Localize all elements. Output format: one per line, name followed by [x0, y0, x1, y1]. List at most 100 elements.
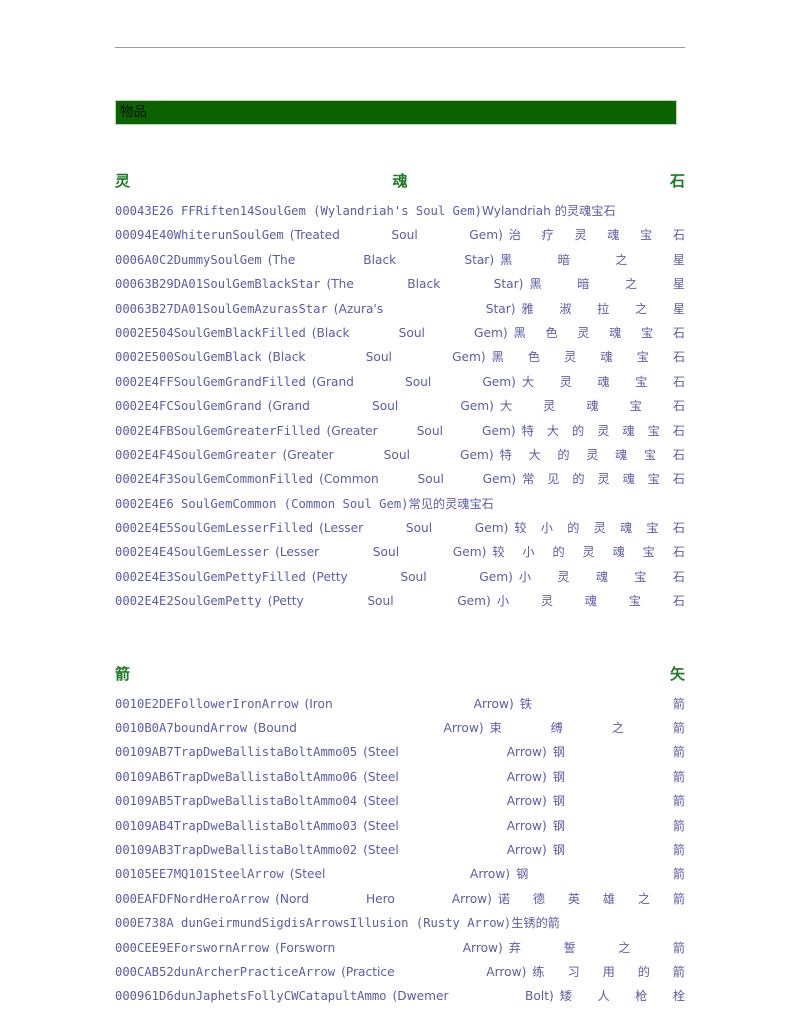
- entry-chinese-char: 宝: [642, 545, 655, 560]
- table-row[interactable]: 0002E4E2 SoulGemPetty (Petty Soul Gem) 小 灵 魂 宝 石: [115, 589, 685, 613]
- entry-chinese-name: 小灵魂宝石: [519, 565, 685, 589]
- entry-english-token: Soul: [417, 472, 444, 487]
- entry-chinese-char: 石: [672, 472, 685, 487]
- table-row[interactable]: 0002E4FF SoulGemGrandFilled (Grand Soul Gem)…: [115, 370, 685, 394]
- entry-id: 00094E40: [115, 228, 174, 243]
- entry-chinese-char: 灵: [593, 521, 606, 536]
- table-row[interactable]: 000EAFDF NordHeroArrow (Nord Hero Arrow) 诺 德 英 雄…: [115, 887, 685, 911]
- entry-english-token: Gem): [457, 594, 491, 609]
- entry-editor-id: SoulGemBlackFilled: [173, 325, 306, 340]
- entry-id: 00109AB3: [115, 842, 174, 857]
- table-row[interactable]: 00109AB4 TrapDweBallistaBoltAmmo03 (Steel A…: [115, 814, 685, 838]
- table-row[interactable]: 0002E504 SoulGemBlackFilled (Black Soul Gem)…: [115, 321, 685, 345]
- entry-chinese-char: 暗: [577, 277, 590, 292]
- entry-chinese-char: 灵: [557, 569, 570, 584]
- entry-english-token: Soul: [400, 569, 427, 584]
- entry-chinese-char: 的: [572, 423, 585, 438]
- entry-chinese-char: 宝: [635, 374, 648, 389]
- entry-editor-id: TrapDweBallistaBoltAmmo06: [173, 769, 358, 784]
- table-row[interactable]: 00063B27 DA01SoulGemAzurasStar (Azura's Sta…: [115, 297, 685, 321]
- entry-english-token: Arrow): [506, 818, 547, 833]
- entry-chinese-char: 铁: [519, 696, 532, 711]
- table-row[interactable]: 00105EE7 MQ101SteelArrow (Steel Arrow) 钢箭: [115, 862, 685, 886]
- table-row[interactable]: 0010B0A7 boundArrow (Bound Arrow) 束 缚 之 箭: [115, 716, 685, 740]
- section-heading-char: 魂: [392, 172, 408, 190]
- entry-english-name: (Dwemer Bolt): [393, 984, 554, 1008]
- table-row[interactable]: 0002E500 SoulGemBlack (Black Soul Gem) 黑 色 灵 魂 宝 石: [115, 345, 685, 369]
- table-row[interactable]: 00043E26 FFRiften14SoulGem (Wylandriah's…: [115, 199, 685, 223]
- entry-chinese-char: 特: [499, 447, 512, 462]
- entry-chinese-char: 钢: [552, 794, 565, 809]
- entry-chinese-char: 箭: [672, 721, 685, 736]
- entry-english-token: Gem): [482, 423, 516, 438]
- table-row[interactable]: 0002E4E6 SoulGemCommon (Common Soul Gem)…: [115, 492, 685, 516]
- entry-english-name: (Rusty Arrow): [415, 916, 512, 931]
- entry-chinese-char: 习: [567, 964, 580, 979]
- entry-id: 0002E504: [115, 325, 174, 340]
- entry-editor-id: TrapDweBallistaBoltAmmo05: [173, 745, 358, 760]
- table-row[interactable]: 0010E2DE FollowerIronArrow (Iron Arrow) 铁箭: [115, 692, 685, 716]
- table-row[interactable]: 00109AB7 TrapDweBallistaBoltAmmo05 (Steel A…: [115, 740, 685, 764]
- section-heading: 箭矢: [115, 664, 685, 684]
- entry-chinese-char: 石: [672, 447, 685, 462]
- entry-chinese-name: 黑暗之星: [529, 272, 685, 296]
- entry-english-name: (Iron Arrow): [304, 692, 513, 716]
- entry-id: 0002E4F3: [115, 472, 174, 487]
- entry-chinese-char: 治: [508, 228, 522, 243]
- entry-editor-id: SoulGemCommon: [181, 496, 277, 511]
- entry-chinese-char: 色: [527, 350, 541, 365]
- entry-editor-id: DummySoulGem: [173, 252, 262, 267]
- entry-chinese-char: 灵: [577, 325, 590, 340]
- table-row[interactable]: 00063B29 DA01SoulGemBlackStar (The Black Sta…: [115, 272, 685, 296]
- entry-english-name: (Steel Arrow): [363, 740, 547, 764]
- entry-english-name: (Treated Soul Gem): [290, 223, 503, 247]
- entry-chinese-char: 较: [514, 521, 527, 536]
- table-row[interactable]: 000CAB52 dunArcherPracticeArrow (Practice A…: [115, 960, 685, 984]
- entry-english-name: (Lesser Soul Gem): [319, 516, 508, 540]
- entry-chinese-char: 箭: [672, 794, 685, 809]
- entry-chinese-char: 钢: [552, 842, 565, 857]
- entry-id: 0010E2DE: [115, 696, 174, 711]
- entry-english-name: (Practice Arrow): [341, 960, 526, 984]
- table-row[interactable]: 00109AB3 TrapDweBallistaBoltAmmo02 (Steel A…: [115, 838, 685, 862]
- table-row[interactable]: 000961D6 dunJaphetsFollyCWCatapultAmmo (Dw…: [115, 984, 685, 1008]
- entry-id: 0002E4E5: [115, 521, 174, 536]
- entry-chinese-char: 钢: [552, 745, 565, 760]
- entry-english-token: Arrow): [470, 867, 511, 882]
- table-row[interactable]: 0002E4F4 SoulGemGreater (Greater Soul Gem) 特 大…: [115, 443, 685, 467]
- entry-id: 0002E4FC: [115, 399, 174, 414]
- table-row[interactable]: 0002E4FC SoulGemGrand (Grand Soul Gem) 大 灵 魂 宝 石: [115, 394, 685, 418]
- entry-english-token: (Greater: [326, 423, 378, 438]
- table-row[interactable]: 00109AB5 TrapDweBallistaBoltAmmo04 (Steel A…: [115, 789, 685, 813]
- table-row[interactable]: 0002E4E3 SoulGemPettyFilled (Petty Soul Gem)…: [115, 565, 685, 589]
- entry-english-name: (Steel Arrow): [363, 765, 547, 789]
- table-row[interactable]: 0002E4F3 SoulGemCommonFilled (Common Soul Ge…: [115, 467, 685, 491]
- entry-english-token: Star): [493, 277, 524, 292]
- entry-id: 000CAB52: [115, 964, 174, 979]
- entry-english-token: Arrow): [486, 964, 527, 979]
- entry-chinese-char: 灵: [559, 374, 572, 389]
- entry-chinese-char: 的: [567, 521, 580, 536]
- entry-chinese-name: 黑色灵魂宝石: [492, 345, 685, 369]
- entry-chinese-name: 特大的灵魂宝石: [522, 419, 685, 443]
- table-row[interactable]: 00094E40 WhiterunSoulGem (Treated Soul Gem) 治…: [115, 223, 685, 247]
- table-row[interactable]: 0002E4E4 SoulGemLesser (Lesser Soul Gem) 较 小 的 灵…: [115, 540, 685, 564]
- entry-english-token: Soul: [365, 350, 392, 365]
- entry-english-token: Gem): [452, 350, 486, 365]
- entry-id: 0002E500: [115, 350, 174, 365]
- table-row[interactable]: 000E738A dunGeirmundSigdisArrowsIllusion…: [115, 911, 685, 935]
- entry-english-token: (Steel: [363, 818, 399, 833]
- entry-chinese-char: 之: [611, 721, 624, 736]
- table-row[interactable]: 0002E4FB SoulGemGreaterFilled (Greater Soul…: [115, 419, 685, 443]
- entry-chinese-char: 见: [547, 472, 560, 487]
- entry-chinese-char: 石: [672, 374, 685, 389]
- table-row[interactable]: 0002E4E5 SoulGemLesserFilled (Lesser Soul Ge…: [115, 516, 685, 540]
- entry-chinese-char: 缚: [550, 721, 563, 736]
- entry-editor-id: boundArrow: [173, 721, 248, 736]
- entry-english-token: Soul: [416, 423, 443, 438]
- table-row[interactable]: 00109AB6 TrapDweBallistaBoltAmmo06 (Steel A…: [115, 765, 685, 789]
- table-row[interactable]: 0006A0C2 DummySoulGem (The Black Star) 黑 暗 之 星: [115, 248, 685, 272]
- entry-chinese-name: 雅淑拉之星: [522, 297, 685, 321]
- entry-chinese-name: 黑色灵魂宝石: [514, 321, 685, 345]
- table-row[interactable]: 000CEE9E ForswornArrow (Forsworn Arrow) 弃 誓 之 箭: [115, 936, 685, 960]
